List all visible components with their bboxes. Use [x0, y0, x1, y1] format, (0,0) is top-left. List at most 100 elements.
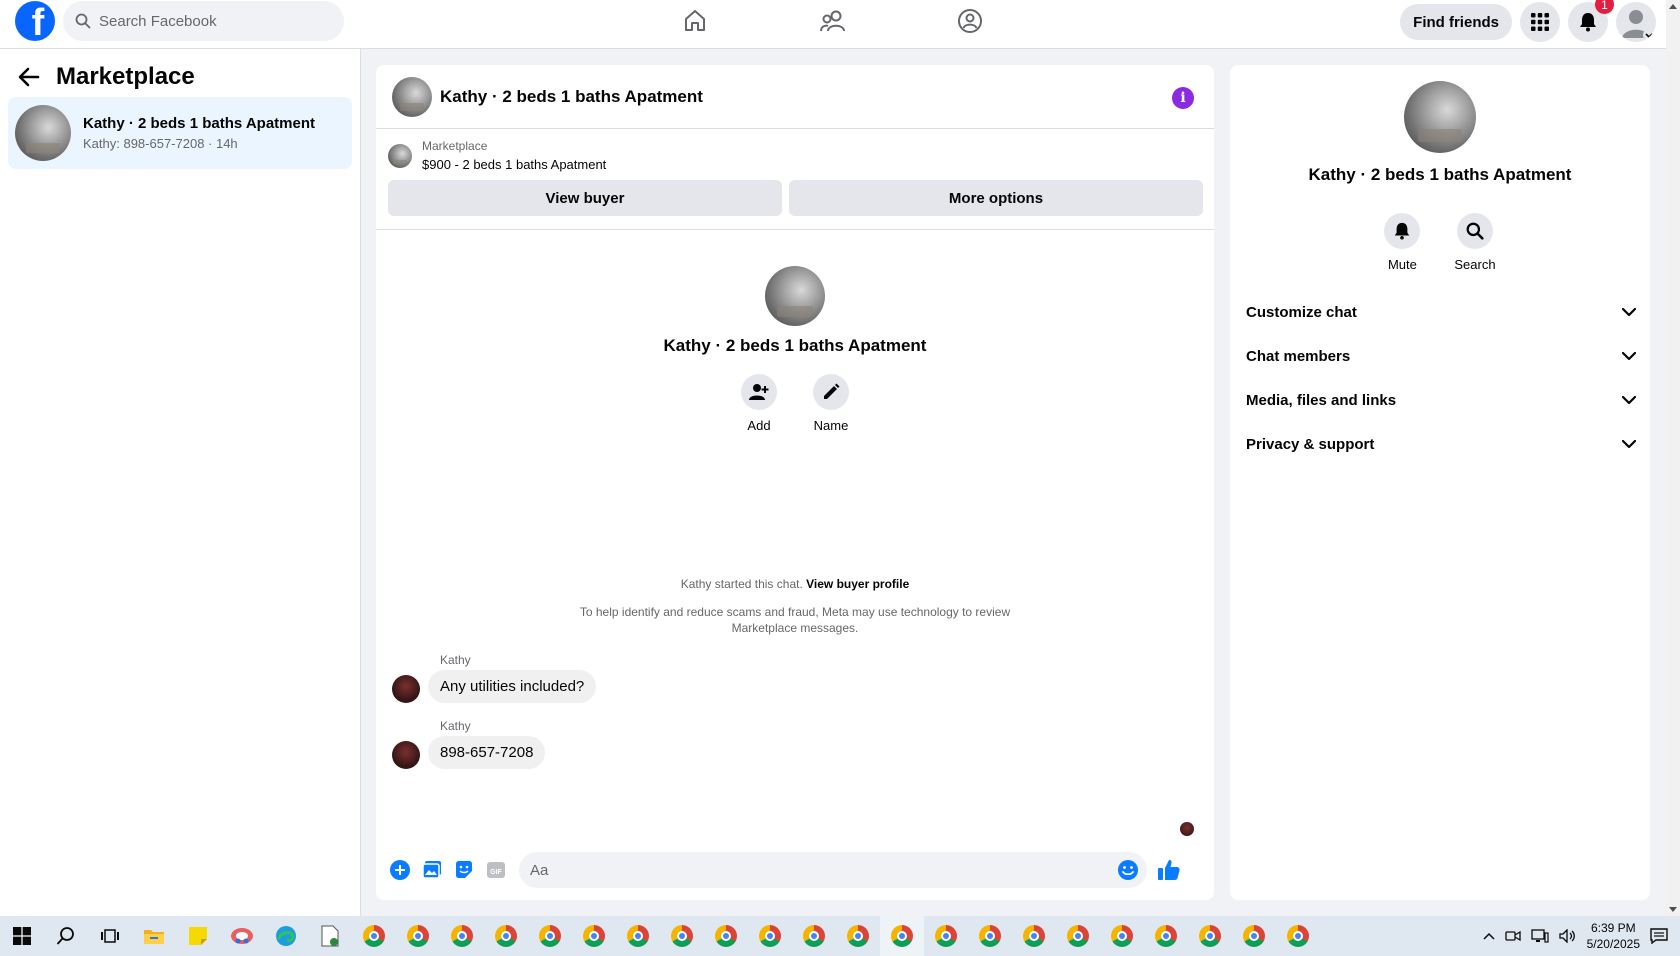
emoji-icon[interactable] [1117, 859, 1139, 881]
windows-start-icon[interactable] [0, 916, 44, 956]
section-label: Chat members [1246, 347, 1351, 365]
volume-icon[interactable] [1558, 929, 1577, 943]
view-buyer-button[interactable]: View buyer [388, 180, 782, 216]
task-view-icon[interactable] [88, 916, 132, 956]
account-avatar[interactable] [1616, 2, 1656, 42]
message-bubble[interactable]: Any utilities included? [428, 670, 597, 703]
friends-icon[interactable] [813, 6, 853, 36]
page-scrollbar[interactable] [1666, 0, 1680, 916]
chrome-icon[interactable] [704, 916, 748, 956]
grid-icon [1531, 13, 1549, 31]
search-facebook-box[interactable] [63, 1, 344, 41]
chat-header: Kathy · 2 beds 1 baths Apatment i [376, 65, 1214, 129]
chrome-icon[interactable] [484, 916, 528, 956]
edge-browser-icon[interactable] [264, 916, 308, 956]
thumbs-up-icon[interactable] [1153, 854, 1185, 886]
chat-members-section[interactable]: Chat members [1230, 334, 1650, 378]
conversation-item[interactable]: Kathy · 2 beds 1 baths Apatment Kathy: 8… [8, 97, 352, 169]
top-right-actions: Find friends 1 [1400, 0, 1656, 42]
info-icon[interactable]: i [1172, 87, 1194, 109]
sticky-notes-icon[interactable] [176, 916, 220, 956]
chevron-down-icon [1622, 395, 1636, 404]
chrome-icon[interactable] [1232, 916, 1276, 956]
chat-started-notice: Kathy started this chat. View buyer prof… [376, 577, 1214, 591]
media-files-links-section[interactable]: Media, files and links [1230, 378, 1650, 422]
more-options-button[interactable]: More options [789, 180, 1203, 216]
chrome-icon[interactable] [924, 916, 968, 956]
chevron-up-icon[interactable] [1483, 932, 1495, 940]
conversation-thumbnail [15, 105, 71, 161]
add-person-button[interactable]: Add [741, 374, 777, 433]
scroll-down-arrow-icon[interactable] [1669, 907, 1677, 912]
details-name: Kathy · 2 beds 1 baths Apatment [1308, 165, 1572, 184]
chrome-icon[interactable] [528, 916, 572, 956]
chrome-icon[interactable] [748, 916, 792, 956]
menu-grid-button[interactable] [1520, 2, 1560, 42]
chevron-down-icon [1622, 307, 1636, 316]
chrome-icon[interactable] [880, 916, 924, 956]
chrome-icon[interactable] [836, 916, 880, 956]
search-icon [1466, 222, 1484, 240]
network-icon[interactable] [1530, 929, 1549, 943]
chrome-icon[interactable] [440, 916, 484, 956]
scam-notice: To help identify and reduce scams and fr… [579, 605, 1011, 635]
edit-name-button[interactable]: Name [813, 374, 849, 433]
plus-circle-icon[interactable] [384, 854, 416, 886]
chrome-icon[interactable] [1188, 916, 1232, 956]
chrome-icon[interactable] [616, 916, 660, 956]
customize-chat-section[interactable]: Customize chat [1230, 290, 1650, 334]
listing-thumbnail [388, 143, 412, 168]
file-explorer-icon[interactable] [132, 916, 176, 956]
svg-text:GIF: GIF [490, 869, 502, 876]
snipping-tool-icon[interactable] [220, 916, 264, 956]
sender-avatar[interactable] [392, 741, 420, 769]
taskbar-clock[interactable]: 6:39 PM 5/20/2025 [1587, 920, 1640, 952]
home-icon[interactable] [675, 6, 715, 36]
chat-header-avatar[interactable] [392, 76, 432, 117]
search-icon[interactable] [44, 916, 88, 956]
windows-taskbar: 6:39 PM 5/20/2025 [0, 916, 1680, 956]
view-buyer-profile-link[interactable]: View buyer profile [806, 577, 909, 591]
message-sender: Kathy [440, 719, 471, 733]
notepad-icon[interactable] [308, 916, 352, 956]
find-friends-button[interactable]: Find friends [1400, 4, 1512, 40]
chrome-icon[interactable] [572, 916, 616, 956]
back-arrow-icon[interactable] [18, 67, 40, 87]
listing-price-title[interactable]: $900 - 2 beds 1 baths Apatment [422, 157, 606, 172]
mute-button[interactable]: Mute [1384, 213, 1421, 272]
meet-now-icon[interactable] [1504, 929, 1521, 943]
notifications-button[interactable]: 1 [1568, 0, 1614, 42]
scroll-up-arrow-icon[interactable] [1669, 4, 1677, 9]
message-bubble[interactable]: 898-657-7208 [428, 736, 546, 769]
sender-avatar[interactable] [392, 675, 420, 703]
chrome-icon[interactable] [1012, 916, 1056, 956]
privacy-support-section[interactable]: Privacy & support [1230, 422, 1650, 466]
chrome-icon[interactable] [396, 916, 440, 956]
message-input-box[interactable] [519, 852, 1147, 888]
message-input[interactable] [530, 861, 1090, 879]
groups-icon[interactable] [950, 6, 990, 36]
photo-icon[interactable] [416, 854, 448, 886]
chrome-icon[interactable] [968, 916, 1012, 956]
marketplace-header: Marketplace [18, 63, 195, 91]
gif-icon[interactable]: GIF [480, 854, 512, 886]
search-input[interactable] [99, 12, 319, 30]
search-in-conversation-button[interactable]: Search [1454, 213, 1496, 272]
chrome-icon[interactable] [1100, 916, 1144, 956]
notification-center-icon[interactable] [1650, 928, 1668, 944]
chat-window: Kathy · 2 beds 1 baths Apatment i Market… [376, 65, 1214, 900]
sticker-icon[interactable] [448, 854, 480, 886]
chrome-icon[interactable] [792, 916, 836, 956]
details-avatar[interactable] [1404, 81, 1476, 153]
bell-icon [1395, 222, 1410, 240]
marketplace-inbox: Marketplace Kathy · 2 beds 1 baths Apatm… [0, 49, 361, 917]
chrome-icon[interactable] [1144, 916, 1188, 956]
chrome-icon[interactable] [1276, 916, 1320, 956]
message-composer: GIF [376, 840, 1214, 900]
chrome-icon[interactable] [352, 916, 396, 956]
default-user-icon [1622, 10, 1655, 41]
facebook-logo-icon[interactable]: f [15, 1, 55, 41]
chrome-icon[interactable] [660, 916, 704, 956]
chat-header-title[interactable]: Kathy · 2 beds 1 baths Apatment [440, 87, 703, 107]
chrome-icon[interactable] [1056, 916, 1100, 956]
